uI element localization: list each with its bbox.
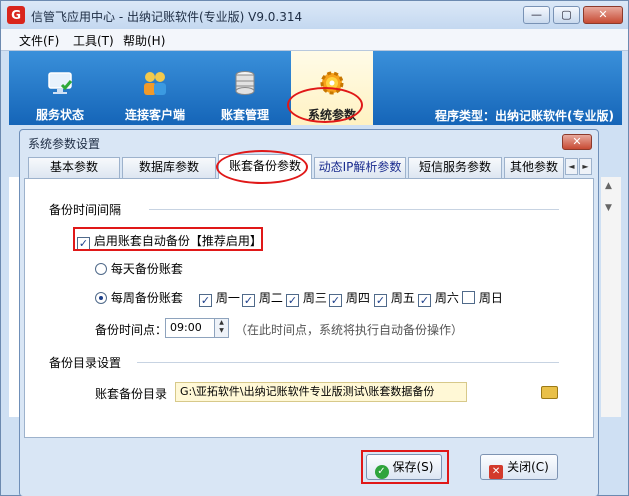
close-button-label: 关闭(C)	[507, 460, 549, 474]
day-label: 周日	[478, 291, 503, 305]
menu-bar: 文件(F) 工具(T) 帮助(H)	[1, 29, 628, 51]
toolbar-client-connect[interactable]: 连接客户端	[109, 51, 201, 125]
toolbar-service-status-label: 服务状态	[35, 108, 84, 122]
users-icon	[144, 72, 166, 95]
day-label: 周四	[345, 291, 370, 305]
tab-scroll-right-icon[interactable]: ►	[579, 158, 592, 175]
tab-account-backup-params[interactable]: 账套备份参数	[218, 154, 312, 179]
toolbar-client-connect-label: 连接客户端	[124, 108, 185, 122]
enable-auto-backup-checkbox[interactable]: ✓ 启用账套自动备份【推荐启用】	[77, 232, 262, 250]
day-label: 周二	[258, 291, 283, 305]
day-monday-checkbox[interactable]: ✓ 周一	[199, 289, 240, 307]
daily-backup-label: 每天备份账套	[110, 262, 183, 276]
day-tuesday-checkbox[interactable]: ✓ 周二	[242, 289, 283, 307]
close-x-icon: ✕	[489, 465, 504, 479]
backup-dir-input[interactable]: G:\亚拓软件\出纳记账软件专业版测试\账套数据备份	[175, 382, 467, 402]
checkbox-unchecked-icon	[462, 291, 475, 304]
minimize-button[interactable]: —	[523, 6, 550, 24]
spinner-arrows-icon[interactable]: ▲ ▼	[214, 319, 228, 337]
tab-basic-params[interactable]: 基本参数	[28, 157, 120, 178]
tab-strip: 基本参数 数据库参数 账套备份参数 动态IP解析参数 短信服务参数 其他参数 ◄…	[24, 154, 594, 179]
day-label: 周五	[390, 291, 415, 305]
title-bar: G 信管飞应用中心 - 出纳记账软件(专业版) V9.0.314 — ▢ ✕	[1, 1, 628, 29]
enable-auto-backup-label: 启用账套自动备份【推荐启用】	[93, 234, 262, 248]
background-scrollbar[interactable]: ▲ ▼	[601, 177, 621, 417]
section-backup-interval: 备份时间间隔	[49, 203, 122, 217]
save-button-label: 保存(S)	[392, 460, 434, 474]
backup-time-input[interactable]: 09:00 ▲ ▼	[165, 318, 229, 338]
toolbar-system-params-label: 系统参数	[307, 108, 356, 122]
radio-icon	[95, 263, 107, 275]
app-logo-icon: G	[7, 6, 25, 24]
tab-database-params[interactable]: 数据库参数	[122, 157, 216, 178]
scroll-down-icon: ▼	[605, 203, 612, 213]
monitor-check-icon	[48, 72, 73, 94]
toolbar-account-management-label: 账套管理	[220, 108, 269, 122]
gear-icon	[320, 71, 344, 95]
day-label: 周三	[302, 291, 327, 305]
checkbox-checked-icon: ✓	[374, 294, 387, 307]
menu-file[interactable]: 文件(F)	[19, 32, 59, 49]
radio-selected-icon	[95, 292, 107, 304]
scroll-up-icon: ▲	[605, 181, 612, 191]
weekly-backup-label: 每周备份账套	[110, 291, 183, 305]
tab-scroll-left-icon[interactable]: ◄	[565, 158, 578, 175]
day-wednesday-checkbox[interactable]: ✓ 周三	[286, 289, 327, 307]
main-toolbar: 服务状态 连接客户端 账套管理 系统参数 程序类型：出纳记账软件(专业版)	[9, 51, 622, 125]
database-icon	[235, 71, 255, 95]
main-window: G 信管飞应用中心 - 出纳记账软件(专业版) V9.0.314 — ▢ ✕ 文…	[0, 0, 629, 496]
system-params-dialog: 系统参数设置 ✕ 基本参数 数据库参数 账套备份参数 动态IP解析参数 短信服务…	[19, 129, 599, 496]
backup-dir-label: 账套备份目录	[95, 387, 168, 401]
day-thursday-checkbox[interactable]: ✓ 周四	[329, 289, 370, 307]
backup-settings-panel: 备份时间间隔 ✓ 启用账套自动备份【推荐启用】 每天备份账套 每周备份账套 ✓ …	[24, 178, 594, 438]
toolbar-service-status[interactable]: 服务状态	[21, 51, 99, 125]
tab-dynamic-ip-params[interactable]: 动态IP解析参数	[314, 157, 406, 178]
dialog-close-button[interactable]: ✕	[562, 134, 592, 150]
program-type-label: 程序类型：出纳记账软件(专业版)	[435, 109, 614, 123]
window-close-button[interactable]: ✕	[583, 6, 623, 24]
save-button[interactable]: ✓ 保存(S)	[366, 454, 442, 480]
day-saturday-checkbox[interactable]: ✓ 周六	[418, 289, 459, 307]
toolbar-system-params[interactable]: 系统参数	[291, 51, 373, 125]
dialog-title: 系统参数设置	[28, 137, 101, 151]
menu-help[interactable]: 帮助(H)	[123, 32, 165, 49]
close-button[interactable]: ✕ 关闭(C)	[480, 454, 558, 480]
tab-sms-params[interactable]: 短信服务参数	[408, 157, 502, 178]
day-friday-checkbox[interactable]: ✓ 周五	[374, 289, 415, 307]
checkbox-checked-icon: ✓	[199, 294, 212, 307]
menu-tools[interactable]: 工具(T)	[73, 32, 114, 49]
day-label: 周六	[434, 291, 459, 305]
maximize-button[interactable]: ▢	[553, 6, 580, 24]
tab-other-params[interactable]: 其他参数	[504, 157, 564, 178]
checkbox-checked-icon: ✓	[242, 294, 255, 307]
divider	[137, 362, 559, 363]
section-backup-directory: 备份目录设置	[49, 356, 122, 370]
backup-time-label: 备份时间点：	[95, 323, 168, 337]
divider	[149, 209, 559, 210]
day-sunday-checkbox[interactable]: 周日	[462, 289, 503, 306]
checkbox-checked-icon: ✓	[286, 294, 299, 307]
weekly-backup-radio[interactable]: 每周备份账套	[95, 289, 183, 306]
daily-backup-radio[interactable]: 每天备份账套	[95, 260, 183, 277]
folder-browse-icon[interactable]	[541, 386, 558, 399]
window-title: 信管飞应用中心 - 出纳记账软件(专业版) V9.0.314	[31, 10, 303, 24]
checkbox-checked-icon: ✓	[418, 294, 431, 307]
day-label: 周一	[215, 291, 240, 305]
backup-time-value: 09:00	[170, 321, 202, 334]
checkbox-checked-icon: ✓	[329, 294, 342, 307]
toolbar-account-management[interactable]: 账套管理	[205, 51, 285, 125]
checkbox-checked-icon: ✓	[77, 237, 90, 250]
save-check-icon: ✓	[374, 465, 389, 479]
backup-time-hint: （在此时间点，系统将执行自动备份操作）	[235, 323, 464, 337]
